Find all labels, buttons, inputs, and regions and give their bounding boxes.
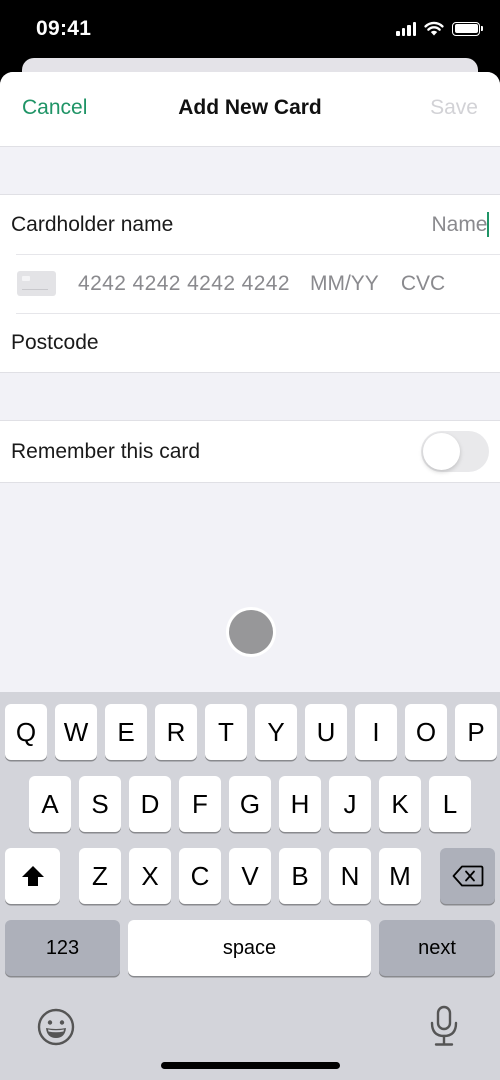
key-d[interactable]: D	[129, 776, 171, 832]
postcode-input[interactable]: Postcode	[11, 331, 99, 355]
wifi-icon	[424, 21, 444, 36]
postcode-row[interactable]: Postcode	[0, 313, 500, 372]
keyboard-row-1: QWERTYUIOP	[0, 704, 500, 760]
card-number-row: 4242 4242 4242 4242 MM/YY CVC	[0, 254, 500, 313]
save-button[interactable]: Save	[430, 96, 478, 120]
cvc-input[interactable]: CVC	[401, 272, 445, 296]
navigation-bar: Cancel Add New Card Save	[0, 72, 500, 147]
key-c[interactable]: C	[179, 848, 221, 904]
key-z[interactable]: Z	[79, 848, 121, 904]
key-f[interactable]: F	[179, 776, 221, 832]
touch-indicator	[229, 610, 273, 654]
key-l[interactable]: L	[429, 776, 471, 832]
add-card-sheet: Cancel Add New Card Save Cardholder name…	[0, 72, 500, 692]
shift-arrow-icon	[21, 866, 44, 886]
key-s[interactable]: S	[79, 776, 121, 832]
key-m[interactable]: M	[379, 848, 421, 904]
space-key[interactable]: space	[128, 920, 371, 976]
status-icons	[396, 21, 483, 36]
key-j[interactable]: J	[329, 776, 371, 832]
cardholder-name-input[interactable]: Name	[431, 195, 489, 254]
key-g[interactable]: G	[229, 776, 271, 832]
key-o[interactable]: O	[405, 704, 447, 760]
key-k[interactable]: K	[379, 776, 421, 832]
shift-key[interactable]	[5, 848, 60, 904]
status-bar: 09:41	[0, 0, 500, 62]
cardholder-row[interactable]: Cardholder name Name	[0, 195, 500, 254]
key-n[interactable]: N	[329, 848, 371, 904]
card-details-group: Cardholder name Name 4242 4242 4242 4242…	[0, 194, 500, 373]
cellular-signal-icon	[396, 21, 416, 36]
backspace-icon	[452, 865, 483, 887]
key-a[interactable]: A	[29, 776, 71, 832]
key-w[interactable]: W	[55, 704, 97, 760]
key-t[interactable]: T	[205, 704, 247, 760]
toggle-knob	[423, 433, 460, 470]
key-q[interactable]: Q	[5, 704, 47, 760]
key-r[interactable]: R	[155, 704, 197, 760]
backspace-key[interactable]	[440, 848, 495, 904]
key-h[interactable]: H	[279, 776, 321, 832]
keyboard: QWERTYUIOP ASDFGHJKL ZXCVBNM 123 space n…	[0, 692, 500, 1080]
key-p[interactable]: P	[455, 704, 497, 760]
key-u[interactable]: U	[305, 704, 347, 760]
emoji-icon[interactable]	[37, 1008, 75, 1046]
expiry-input[interactable]: MM/YY	[310, 272, 379, 296]
home-indicator	[161, 1062, 340, 1069]
battery-icon	[452, 21, 483, 36]
keyboard-row-3: ZXCVBNM	[0, 848, 500, 904]
next-key[interactable]: next	[379, 920, 495, 976]
text-caret	[486, 212, 489, 237]
key-i[interactable]: I	[355, 704, 397, 760]
key-v[interactable]: V	[229, 848, 271, 904]
remember-card-toggle[interactable]	[421, 431, 489, 472]
keyboard-row-4: 123 space next	[0, 920, 500, 976]
key-x[interactable]: X	[129, 848, 171, 904]
remember-label: Remember this card	[11, 439, 201, 463]
card-number-input[interactable]: 4242 4242 4242 4242	[78, 272, 290, 296]
key-e[interactable]: E	[105, 704, 147, 760]
key-b[interactable]: B	[279, 848, 321, 904]
microphone-icon[interactable]	[428, 1004, 460, 1048]
page-title: Add New Card	[178, 96, 322, 119]
remember-row: Remember this card	[0, 421, 500, 482]
numbers-key[interactable]: 123	[5, 920, 120, 976]
keyboard-row-2: ASDFGHJKL	[0, 776, 500, 832]
remember-group: Remember this card	[0, 420, 500, 483]
cardholder-label: Cardholder name	[11, 212, 174, 236]
credit-card-icon	[17, 271, 56, 296]
status-time: 09:41	[36, 17, 92, 40]
key-y[interactable]: Y	[255, 704, 297, 760]
cardholder-placeholder: Name	[431, 212, 488, 236]
